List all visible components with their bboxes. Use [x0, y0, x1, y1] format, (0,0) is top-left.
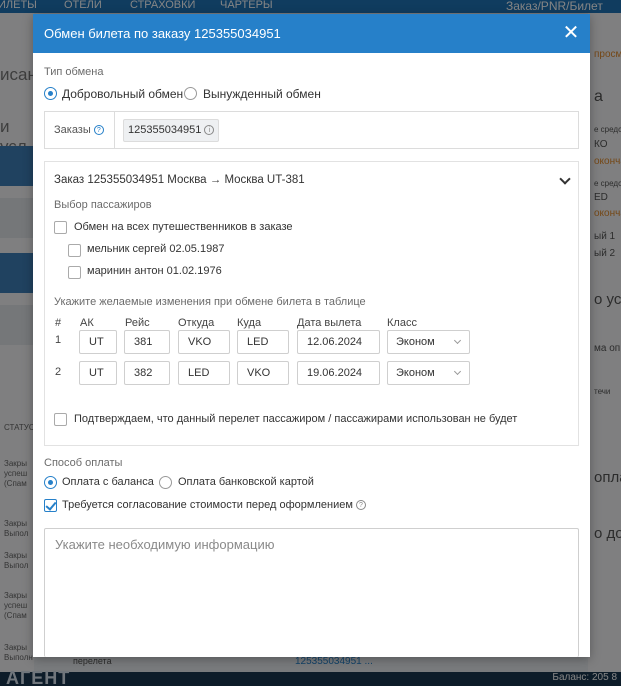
help-icon[interactable]: ? [93, 125, 104, 136]
column-header: Откуда [178, 317, 215, 329]
exchange-type-label: Тип обмена [44, 66, 104, 78]
pay-balance-label[interactable]: Оплата с баланса [62, 476, 154, 488]
from-input[interactable]: VKO [178, 330, 230, 354]
airline-input[interactable]: UT [79, 361, 117, 385]
chevron-down-icon[interactable] [559, 173, 571, 185]
to-input[interactable]: VKO [237, 361, 289, 385]
confirm-unused-label[interactable]: Подтверждаем, что данный перелет пассажи… [74, 413, 517, 425]
row-number: 2 [55, 366, 62, 378]
order-panel-header[interactable]: Заказ 125355034951 Москва → Москва UT-38… [54, 174, 305, 186]
info-icon[interactable]: i [204, 125, 215, 136]
column-header: # [55, 317, 62, 329]
modal-body: Тип обмена Добровольный обмен Вынужденны… [33, 53, 590, 657]
help-icon[interactable]: ? [355, 500, 366, 511]
departure-date-input[interactable]: 12.06.2024 [297, 330, 380, 354]
passenger-checkbox[interactable] [68, 244, 81, 257]
exchange-ticket-modal: Обмен билета по заказу 125355034951 ✕ Ти… [33, 14, 590, 657]
cost-approval-checkbox[interactable] [44, 499, 57, 512]
passenger-select-label: Выбор пассажиров [54, 199, 152, 211]
payment-method-label: Способ оплаты [44, 457, 123, 469]
class-select[interactable]: Эконом [387, 330, 470, 354]
pay-card-label[interactable]: Оплата банковской картой [178, 476, 314, 488]
flight-input[interactable]: 381 [124, 330, 170, 354]
info-textarea[interactable]: Укажите необходимую информацию [44, 528, 579, 657]
orders-field: Заказы? 125355034951 i [44, 111, 579, 149]
modal-title: Обмен билета по заказу 125355034951 [44, 26, 281, 41]
column-header: Дата вылета [297, 317, 362, 329]
divider [114, 112, 115, 148]
passenger-checkbox[interactable] [68, 266, 81, 279]
flight-input[interactable]: 382 [124, 361, 170, 385]
info-textarea-placeholder: Укажите необходимую информацию [55, 537, 275, 552]
column-header: Рейс [125, 317, 150, 329]
class-select[interactable]: Эконом [387, 361, 470, 385]
chevron-down-icon [453, 367, 462, 376]
all-passengers-checkbox[interactable] [54, 221, 67, 234]
order-panel: Заказ 125355034951 Москва → Москва UT-38… [44, 161, 579, 446]
pay-card-radio[interactable] [159, 476, 172, 489]
airline-input[interactable]: UT [79, 330, 117, 354]
voluntary-exchange-label[interactable]: Добровольный обмен [62, 87, 183, 101]
class-select-value: Эконом [396, 336, 435, 348]
orders-label: Заказы? [54, 124, 104, 136]
close-icon[interactable]: ✕ [561, 23, 581, 43]
from-input[interactable]: LED [178, 361, 230, 385]
departure-date-input[interactable]: 19.06.2024 [297, 361, 380, 385]
forced-exchange-label[interactable]: Вынужденный обмен [203, 87, 321, 101]
column-header: Куда [237, 317, 262, 329]
column-header: АК [80, 317, 94, 329]
class-select-value: Эконом [396, 367, 435, 379]
chevron-down-icon [453, 336, 462, 345]
cost-approval-label[interactable]: Требуется согласование стоимости перед о… [62, 499, 366, 511]
order-tag[interactable]: 125355034951 i [123, 119, 220, 142]
voluntary-exchange-radio[interactable] [44, 87, 57, 100]
passenger-label[interactable]: маринин антон 01.02.1976 [87, 265, 222, 277]
column-header: Класс [387, 317, 417, 329]
all-passengers-label[interactable]: Обмен на всех путешественников в заказе [74, 221, 293, 233]
forced-exchange-radio[interactable] [184, 87, 197, 100]
pay-balance-radio[interactable] [44, 476, 57, 489]
modal-header: Обмен билета по заказу 125355034951 ✕ [33, 14, 590, 53]
to-input[interactable]: LED [237, 330, 289, 354]
changes-label: Укажите желаемые изменения при обмене би… [54, 296, 366, 308]
confirm-unused-checkbox[interactable] [54, 413, 67, 426]
passenger-label[interactable]: мельник сергей 02.05.1987 [87, 243, 224, 255]
row-number: 1 [55, 334, 62, 346]
